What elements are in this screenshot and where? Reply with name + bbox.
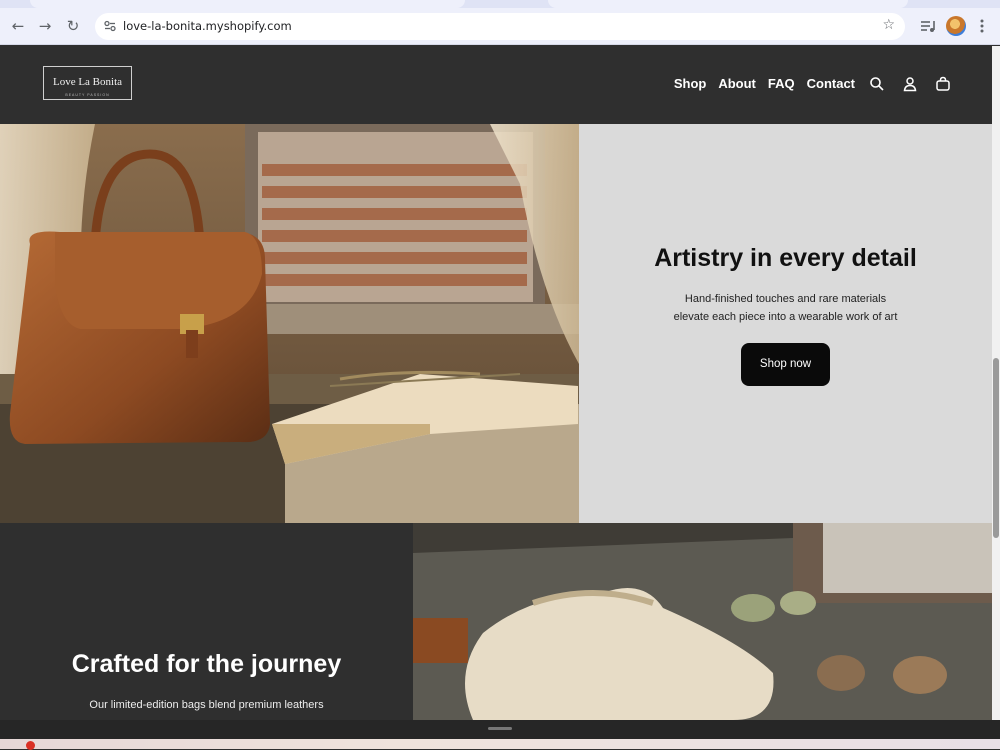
- browser-tab[interactable]: [30, 0, 465, 8]
- url-text[interactable]: love-la-bonita.myshopify.com: [123, 19, 292, 33]
- nav-about[interactable]: About: [718, 76, 756, 91]
- hero1-panel: Artistry in every detail Hand-finished t…: [579, 124, 992, 523]
- search-icon[interactable]: [869, 76, 885, 92]
- hero2-description: Our limited-edition bags blend premium l…: [89, 699, 324, 711]
- reload-icon[interactable]: ↻: [63, 16, 83, 36]
- hero1-description: Hand-finished touches and rare materials…: [639, 290, 932, 326]
- bottom-panel: [0, 720, 1000, 739]
- back-arrow-icon[interactable]: ←: [8, 16, 28, 36]
- handbag-window-illustration: [0, 124, 579, 523]
- cart-icon[interactable]: [935, 76, 951, 92]
- site-info-icon[interactable]: [103, 19, 117, 33]
- nav-contact[interactable]: Contact: [807, 76, 855, 91]
- kebab-menu-icon[interactable]: [972, 16, 992, 36]
- profile-avatar[interactable]: [946, 16, 966, 36]
- store-logo[interactable]: Love La Bonita BEAUTY PASSION: [43, 66, 132, 100]
- resize-handle[interactable]: [488, 727, 512, 730]
- nav-faq[interactable]: FAQ: [768, 76, 795, 91]
- hero2-panel: Crafted for the journey Our limited-edit…: [0, 523, 413, 720]
- hero2-image: [413, 523, 992, 720]
- os-taskbar: [0, 739, 1000, 750]
- logo-name: Love La Bonita: [52, 76, 123, 88]
- main-nav: Shop About FAQ Contact: [674, 76, 855, 91]
- address-bar[interactable]: love-la-bonita.myshopify.com ☆: [95, 13, 905, 40]
- account-icon[interactable]: [902, 76, 918, 92]
- tab-strip: [0, 0, 1000, 8]
- hero1-title: Artistry in every detail: [654, 244, 917, 272]
- scrollbar-thumb[interactable]: [993, 358, 999, 538]
- browser-tab[interactable]: [548, 0, 908, 8]
- site-header: Love La Bonita BEAUTY PASSION Shop About…: [0, 46, 992, 124]
- forward-arrow-icon[interactable]: →: [35, 16, 55, 36]
- bookmark-star-icon[interactable]: ☆: [882, 17, 895, 33]
- media-control-icon[interactable]: [918, 16, 938, 36]
- dust-bag-illustration: [413, 523, 992, 720]
- browser-toolbar: ← → ↻ love-la-bonita.myshopify.com ☆: [0, 8, 1000, 45]
- hero1-text-line1: Hand-finished touches and rare materials: [684, 293, 887, 305]
- shop-now-button[interactable]: Shop now: [741, 343, 830, 386]
- page-scrollbar[interactable]: [992, 46, 1000, 720]
- hero1-image: [0, 124, 579, 523]
- nav-shop[interactable]: Shop: [674, 76, 707, 91]
- logo-tagline: BEAUTY PASSION: [65, 93, 110, 97]
- hero1-text-line2: elevate each piece into a wearable work …: [673, 311, 898, 323]
- hero2-title: Crafted for the journey: [71, 650, 342, 678]
